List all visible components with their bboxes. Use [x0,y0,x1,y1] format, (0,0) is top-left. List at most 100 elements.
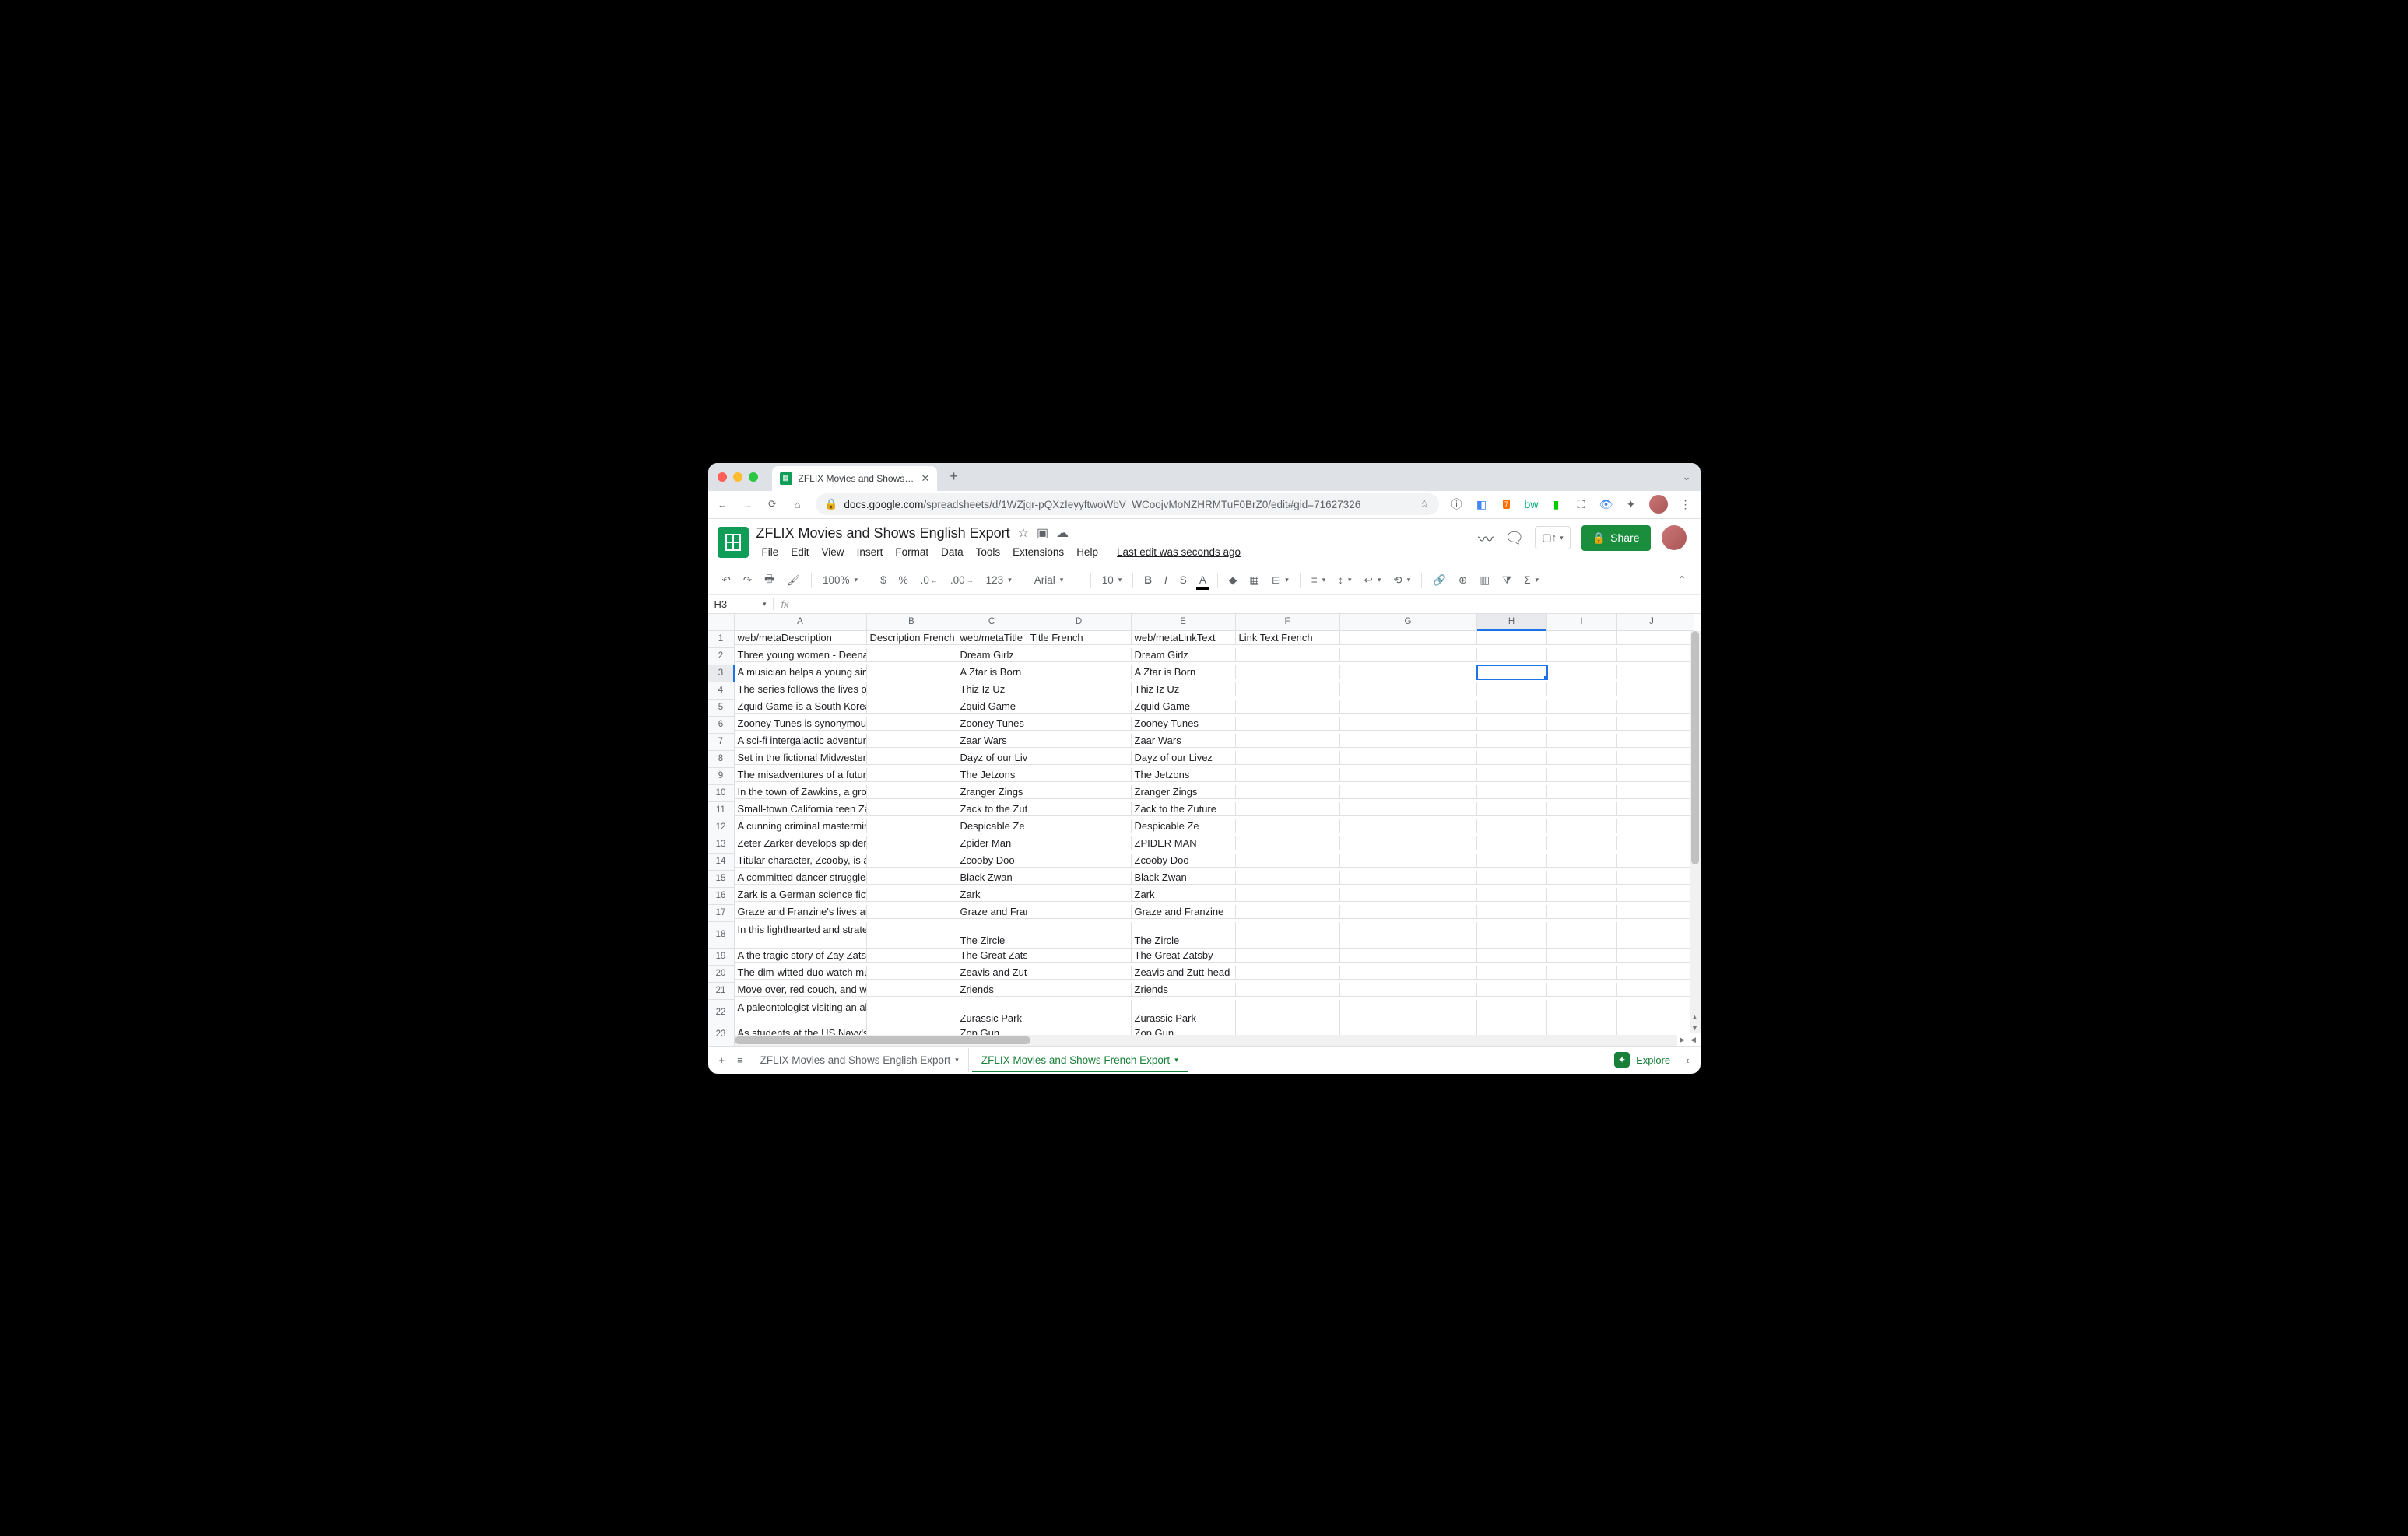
cell[interactable]: The Great Zatsby [1132,949,1236,963]
cell[interactable] [1027,682,1132,697]
bold-button[interactable]: B [1139,571,1157,589]
cell[interactable] [1477,648,1547,663]
cell[interactable] [1027,1000,1132,1026]
borders-button[interactable]: ▦ [1244,571,1264,590]
cell[interactable] [867,1000,957,1026]
cell[interactable] [1027,871,1132,885]
cell[interactable] [1617,983,1687,998]
cell[interactable] [1617,905,1687,920]
undo-button[interactable]: ↶ [718,571,735,590]
cell[interactable] [1236,700,1340,714]
cell[interactable] [1547,631,1617,646]
menu-file[interactable]: File [756,543,785,561]
cell[interactable]: Dream Girlz [1132,648,1236,663]
insert-link-button[interactable]: 🔗 [1428,571,1451,590]
new-tab-button[interactable]: + [943,468,964,485]
cell[interactable] [1027,819,1132,834]
row-header[interactable]: 13 [708,836,735,854]
cell[interactable] [1477,785,1547,800]
cell[interactable] [867,734,957,749]
extension-icon[interactable]: 7 [1500,497,1514,511]
cell[interactable] [867,966,957,980]
collapse-toolbar-button[interactable]: ⌃ [1673,571,1690,590]
cell[interactable] [1340,700,1477,714]
sheet-tab-english[interactable]: ZFLIX Movies and Shows English Export ▾ [751,1048,969,1072]
cell[interactable]: A cunning criminal mastermind [735,819,867,834]
row-header[interactable]: 17 [708,905,735,922]
cell[interactable] [1547,665,1617,680]
menu-format[interactable]: Format [890,543,934,561]
cell[interactable] [1236,734,1340,749]
cell[interactable] [1477,922,1547,949]
fill-color-button[interactable]: ◆ [1224,571,1241,590]
row-header[interactable]: 12 [708,819,735,836]
row-header[interactable]: 2 [708,648,735,665]
cell[interactable] [1477,665,1547,680]
cell[interactable] [1340,734,1477,749]
cell[interactable] [867,802,957,817]
cell[interactable]: The series follows the lives of s [735,682,867,697]
increase-decimal-button[interactable]: .00→ [946,571,978,589]
extension-icon[interactable]: ⛶ [1574,497,1588,511]
cell[interactable] [1547,888,1617,903]
cell[interactable] [1617,922,1687,949]
cell[interactable]: Zcooby Doo [1132,854,1236,868]
cell[interactable]: Zaar Wars [1132,734,1236,749]
cell[interactable] [1477,717,1547,731]
redo-button[interactable]: ↷ [739,571,756,590]
cell[interactable] [1547,949,1617,963]
cell[interactable]: The Great Zatsb [957,949,1027,963]
cell[interactable]: Zriends [957,983,1027,998]
cell[interactable] [1236,854,1340,868]
column-header[interactable]: C [957,614,1027,631]
cell[interactable] [1547,1000,1617,1026]
cell[interactable]: In the town of Zawkins, a group [735,785,867,800]
select-all-corner[interactable] [708,614,735,631]
cell[interactable]: web/metaTitle [957,631,1027,646]
column-header[interactable]: E [1132,614,1236,631]
text-rotation-button[interactable]: ⟲ [1388,571,1415,590]
cell[interactable] [1027,836,1132,851]
row-header[interactable]: 9 [708,768,735,785]
cell[interactable] [867,785,957,800]
cell[interactable]: Link Text French [1236,631,1340,646]
cell[interactable]: Small-town California teen Zarty [735,802,867,817]
cell[interactable]: Black Zwan [1132,871,1236,885]
cell[interactable]: Thiz Iz Uz [957,682,1027,697]
cell[interactable] [1027,905,1132,920]
row-header[interactable]: 10 [708,785,735,802]
cell[interactable] [1617,949,1687,963]
cell[interactable]: The Zircle [1132,922,1236,949]
cell[interactable]: In this lighthearted and strategic [735,922,867,949]
cell[interactable] [1477,949,1547,963]
cell[interactable] [867,983,957,998]
cell[interactable] [1027,802,1132,817]
account-avatar[interactable] [1662,525,1687,550]
paint-format-button[interactable]: 🖌 [782,571,805,590]
cell[interactable] [1340,836,1477,851]
cell[interactable] [867,665,957,680]
explore-button[interactable]: ✦ Explore [1606,1047,1678,1072]
cell[interactable] [1340,905,1477,920]
row-header[interactable]: 18 [708,922,735,949]
percent-button[interactable]: % [894,571,913,589]
cell[interactable] [867,905,957,920]
extension-icon[interactable]: ◧ [1475,497,1489,511]
cell[interactable] [1547,836,1617,851]
comments-icon[interactable]: 🗨 [1504,528,1524,548]
cell[interactable] [867,700,957,714]
menu-data[interactable]: Data [935,543,969,561]
cell[interactable] [1617,717,1687,731]
filter-button[interactable]: ⧩ [1497,571,1516,590]
cell[interactable]: Zark is a German science fictio [735,888,867,903]
cell[interactable]: Zooney Tunes [957,717,1027,731]
cell[interactable] [1236,905,1340,920]
strikethrough-button[interactable]: S [1175,571,1192,589]
cell[interactable] [1340,983,1477,998]
cell[interactable] [1617,648,1687,663]
cell[interactable] [1547,717,1617,731]
cell[interactable] [1236,802,1340,817]
cell[interactable] [1547,700,1617,714]
cell[interactable] [1617,665,1687,680]
cell[interactable] [867,768,957,783]
